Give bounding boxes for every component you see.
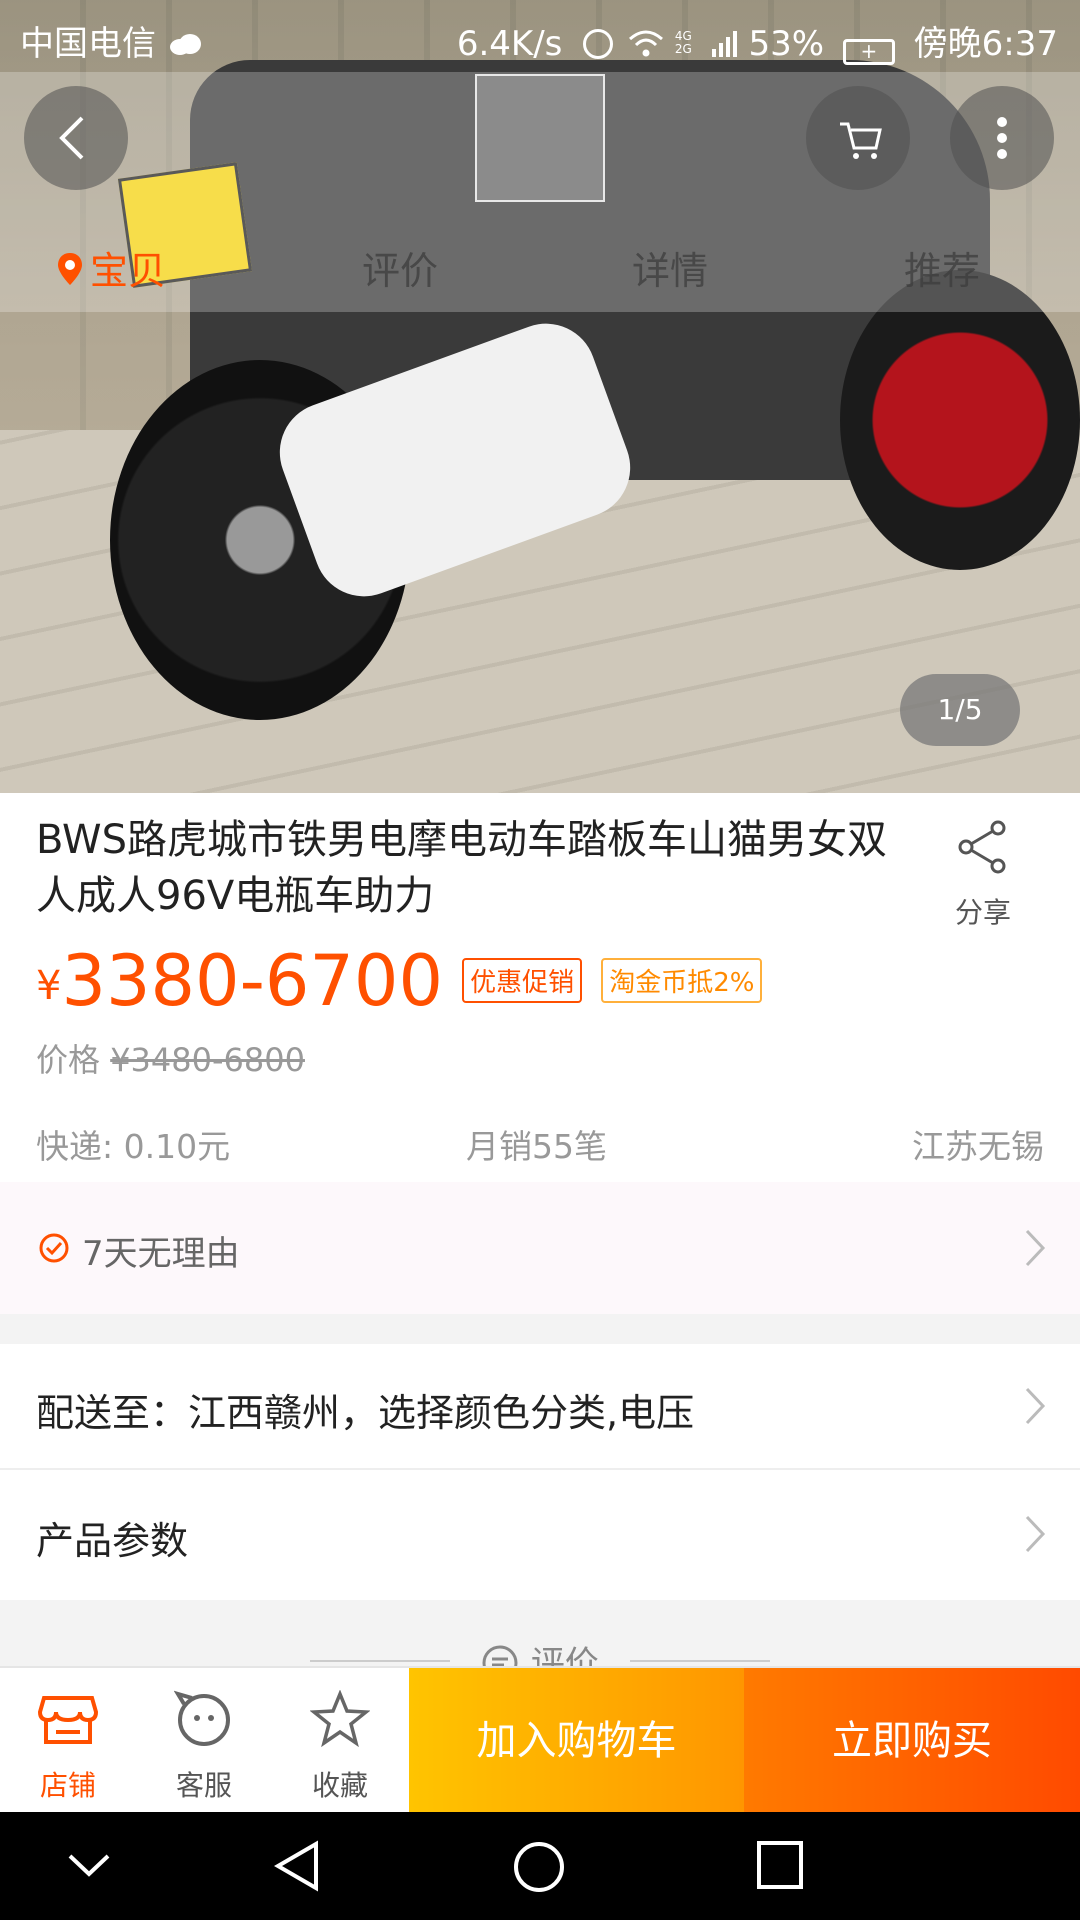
- cart-icon: [840, 122, 882, 159]
- screen: 中国电信 6.4K/s 4G 2G 53% + 傍晚6:37 宝贝 评价 详情 …: [0, 0, 1080, 1920]
- chevron-right-icon: [1024, 1228, 1046, 1272]
- guarantee-row[interactable]: 7天无理由: [0, 1182, 1080, 1314]
- check-circle-icon: [38, 1232, 70, 1268]
- tab-details[interactable]: 详情: [632, 240, 708, 295]
- review-section-header: 评价: [310, 1636, 770, 1670]
- share-button[interactable]: 分享: [938, 818, 1028, 931]
- star-icon: [310, 1690, 370, 1748]
- price-value: 3380-6700: [61, 940, 444, 1022]
- review-heading: 评价: [480, 1636, 599, 1670]
- clock: 傍晚6:37: [913, 24, 1058, 64]
- ship-from-location: 江苏无锡: [912, 1127, 1044, 1166]
- favorite-button[interactable]: 收藏: [272, 1668, 408, 1814]
- carrier-label: 中国电信: [20, 24, 156, 64]
- status-right: 6.4K/s 4G 2G 53% + 傍晚6:37: [457, 16, 1058, 68]
- image-counter: 1/5: [900, 674, 1020, 746]
- original-price-label: 价格: [36, 1041, 101, 1079]
- share-icon: [958, 820, 1006, 874]
- home-nav-icon[interactable]: [512, 1840, 566, 1898]
- meta-row: 快递: 0.10元 月销55笔 江苏无锡: [36, 1120, 1044, 1168]
- network-type: 4G 2G: [674, 29, 692, 56]
- shop-label: 店铺: [39, 1769, 96, 1802]
- guarantee-text: 7天无理由: [82, 1234, 240, 1274]
- add-to-cart-button[interactable]: 加入购物车: [409, 1668, 744, 1814]
- divider-line: [630, 1660, 770, 1662]
- wifi-icon: [628, 28, 664, 68]
- signal-icon: [711, 26, 738, 66]
- product-title: BWS路虎城市铁男电摩电动车踏板车山猫男女双人成人96V电瓶车助力: [36, 817, 887, 919]
- section-divider: [0, 1314, 1080, 1344]
- customer-service-button[interactable]: 客服: [136, 1668, 272, 1814]
- chevron-right-icon: [1024, 1386, 1046, 1430]
- more-button[interactable]: [950, 86, 1054, 190]
- tab-recommend[interactable]: 推荐: [904, 240, 980, 295]
- customer-service-icon: [174, 1690, 230, 1746]
- cloud-icon: [168, 24, 202, 64]
- tab-label: 宝贝: [90, 249, 167, 293]
- more-vertical-icon: [997, 117, 1007, 159]
- favorite-label: 收藏: [311, 1769, 368, 1802]
- chevron-right-icon: [1024, 1514, 1046, 1558]
- system-nav-bar: [0, 1812, 1080, 1920]
- price: ¥3380-6700: [36, 940, 448, 1022]
- promo-tag: 优惠促销: [462, 958, 583, 1003]
- price-row: ¥3380-6700 优惠促销 淘金币抵2%: [36, 940, 1036, 1022]
- service-label: 客服: [175, 1769, 232, 1802]
- alarm-icon: [583, 29, 614, 59]
- delivery-row[interactable]: 配送至：江西赣州，选择颜色分类,电压: [0, 1344, 1080, 1470]
- hide-nav-icon[interactable]: [66, 1850, 112, 1884]
- delivery-text: 配送至：江西赣州，选择颜色分类,电压: [36, 1391, 695, 1435]
- tab-baobei[interactable]: 宝贝: [56, 240, 166, 296]
- cart-button[interactable]: [806, 86, 910, 190]
- monthly-sales: 月销55笔: [466, 1127, 607, 1166]
- net-speed: 6.4K/s: [456, 24, 563, 64]
- recents-nav-icon[interactable]: [756, 1840, 804, 1894]
- coin-tag: 淘金币抵2%: [601, 958, 763, 1003]
- shipping-fee: 快递: 0.10元: [36, 1127, 231, 1166]
- back-button[interactable]: [24, 86, 128, 190]
- location-pin-icon: [56, 251, 84, 296]
- tab-reviews[interactable]: 评价: [362, 240, 438, 295]
- currency-symbol: ¥: [36, 963, 62, 1009]
- back-arrow-icon: [59, 116, 84, 160]
- status-bar: 中国电信 6.4K/s 4G 2G 53% + 傍晚6:37: [0, 0, 1080, 72]
- params-row[interactable]: 产品参数: [0, 1472, 1080, 1598]
- buy-now-button[interactable]: 立即购买: [744, 1668, 1080, 1814]
- divider-line: [310, 1660, 450, 1662]
- battery-icon: +: [842, 39, 895, 65]
- shop-button[interactable]: 店铺: [0, 1668, 136, 1814]
- thumbnail-image[interactable]: [475, 74, 605, 202]
- battery-percent: 53%: [748, 24, 825, 64]
- scooter-front-wheel: [840, 270, 1080, 570]
- params-text: 产品参数: [36, 1519, 189, 1563]
- original-price: 价格 ¥3480-6800: [36, 1035, 305, 1081]
- back-nav-icon[interactable]: [272, 1840, 324, 1896]
- share-label: 分享: [954, 896, 1011, 929]
- bottom-action-bar: 店铺 客服 收藏 加入购物车 立即购买: [0, 1666, 1080, 1814]
- store-icon: [38, 1696, 98, 1744]
- section-tabs: 宝贝 评价 详情 推荐: [0, 222, 1080, 312]
- original-price-value: ¥3480-6800: [110, 1041, 305, 1079]
